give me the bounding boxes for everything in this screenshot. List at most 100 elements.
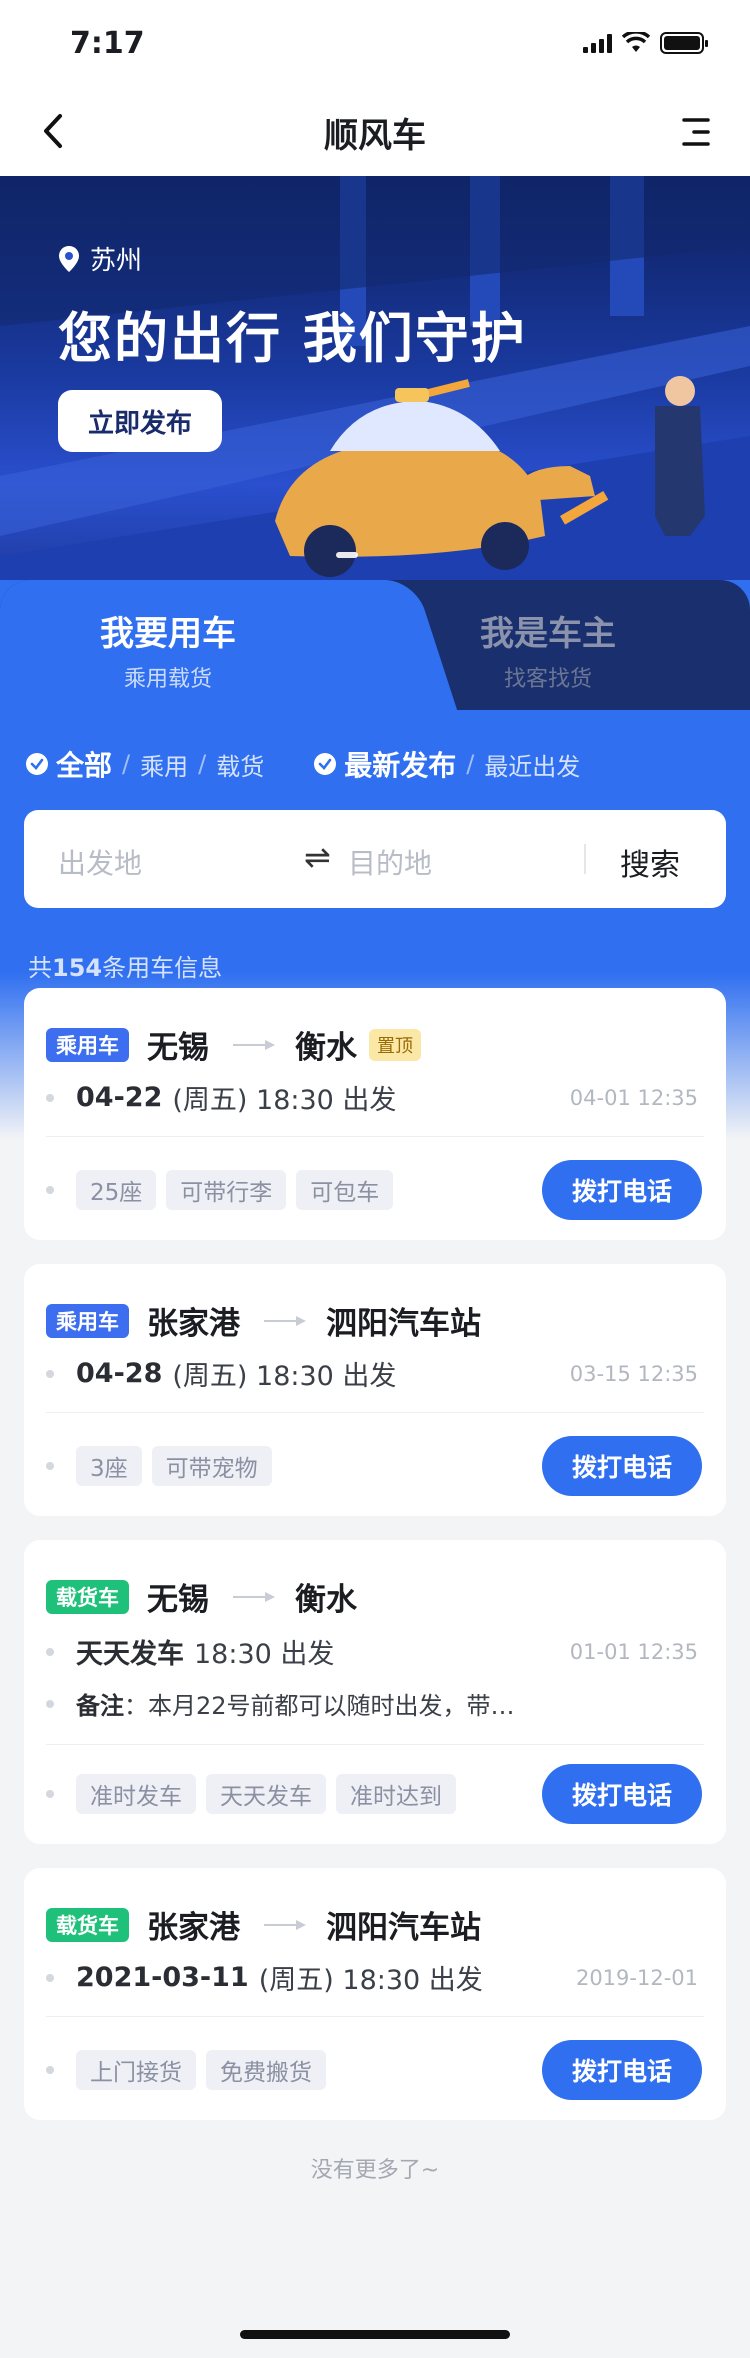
tag: 可包车 (296, 1170, 394, 1210)
card-tags: 25座 可带行李 可包车 (46, 1170, 403, 1210)
filter-type-all[interactable]: 全部 (56, 744, 112, 784)
card-header: 载货车 无锡 衡水 (46, 1574, 357, 1619)
banner-slogan: 您的出行 我们守护 (58, 307, 527, 370)
tab-need-car[interactable]: 我要用车 乘用载货 (100, 606, 236, 693)
home-indicator[interactable] (240, 2330, 510, 2339)
location[interactable]: 苏州 (58, 240, 142, 277)
call-button[interactable]: 拨打电话 (542, 2040, 702, 2100)
departure-weekday: (周五) (172, 1361, 248, 1392)
sort-departure[interactable]: 最近出发 (484, 747, 580, 782)
tab-driver[interactable]: 我是车主 找客找货 (480, 606, 616, 693)
vehicle-type-badge: 乘用车 (46, 1027, 129, 1062)
nav-bar: 顺风车 (0, 88, 750, 176)
status-bar: 7:17 (0, 0, 750, 88)
route-arrow-icon (233, 1039, 275, 1050)
filter-type-cargo[interactable]: 载货 (216, 747, 264, 782)
filter-separator: / (466, 750, 475, 778)
card-divider (46, 1136, 704, 1137)
note-label: 备注 (76, 1692, 124, 1720)
check-icon (314, 753, 337, 775)
departure-date: 04-22 (76, 1082, 163, 1113)
listing-card[interactable]: 乘用车 张家港 泗阳汽车站 04-28 (周五) 18:30 出发 03-15 … (24, 1264, 726, 1516)
filter-separator: / (122, 750, 131, 778)
listing-card[interactable]: 载货车 无锡 衡水 天天发车 18:30 出发 01-01 12:35 备注 ：本… (24, 1540, 726, 1844)
tab-need-car-title: 我要用车 (100, 614, 236, 654)
location-pin-icon (59, 245, 79, 272)
route-arrow-icon (264, 1315, 306, 1326)
route-to: 泗阳汽车站 (326, 1910, 481, 1946)
result-count: 共154条用车信息 (28, 948, 222, 983)
battery-icon (660, 32, 708, 54)
page-title: 顺风车 (324, 116, 426, 156)
no-more-text: 没有更多了~ (310, 2158, 440, 2183)
departure-date: 04-28 (76, 1358, 163, 1389)
departure-line: 04-22 (周五) 18:30 出发 (46, 1078, 396, 1117)
destination-input[interactable]: 目的地 (348, 842, 432, 882)
sort-latest[interactable]: 最新发布 (344, 744, 456, 784)
wifi-icon (622, 32, 650, 52)
menu-icon[interactable] (674, 108, 722, 156)
vehicle-type-badge: 载货车 (46, 1907, 129, 1942)
tag: 免费搬货 (206, 2050, 326, 2090)
departure-time: 18:30 出发 (342, 1965, 483, 1996)
call-button[interactable]: 拨打电话 (542, 1436, 702, 1496)
departure-date: 天天发车 (76, 1639, 184, 1670)
route-from: 无锡 (147, 1030, 209, 1066)
posted-time: 2019-12-01 (575, 1966, 698, 1990)
call-button[interactable]: 拨打电话 (542, 1764, 702, 1824)
posted-time: 04-01 12:35 (569, 1086, 698, 1110)
swap-icon[interactable]: ⇌ (304, 838, 331, 876)
origin-input[interactable]: 出发地 (58, 842, 142, 882)
tag: 25座 (76, 1170, 157, 1210)
note-line: 备注 ：本月22号前都可以随时出发，带… (46, 1686, 515, 1721)
tag: 准时达到 (336, 1774, 456, 1814)
posted-time: 01-01 12:35 (569, 1640, 698, 1664)
carousel-indicator (336, 552, 358, 558)
route-search: 出发地 ⇌ 目的地 搜索 (24, 810, 726, 908)
departure-time: 18:30 出发 (256, 1361, 397, 1392)
filter-row: 全部 / 乘用 / 载货 最新发布 / 最近出发 (26, 744, 580, 784)
filter-type-passenger[interactable]: 乘用 (140, 747, 188, 782)
publish-button[interactable]: 立即发布 (58, 390, 222, 452)
departure-line: 2021-03-11 (周五) 18:30 出发 (46, 1958, 483, 1997)
card-divider (46, 2016, 704, 2017)
route-to: 泗阳汽车站 (326, 1306, 481, 1342)
call-button[interactable]: 拨打电话 (542, 1160, 702, 1220)
search-divider (584, 844, 586, 874)
vehicle-type-badge: 乘用车 (46, 1303, 129, 1338)
result-count-number: 154 (52, 954, 103, 982)
search-button[interactable]: 搜索 (620, 840, 680, 884)
route-arrow-icon (264, 1919, 306, 1930)
tag: 可带宠物 (151, 1446, 272, 1486)
listing-card[interactable]: 乘用车 无锡 衡水 置顶 04-22 (周五) 18:30 出发 04-01 1… (24, 988, 726, 1240)
card-header: 乘用车 无锡 衡水 置顶 (46, 1022, 421, 1067)
vehicle-type-badge: 载货车 (46, 1579, 129, 1614)
signal-icon (583, 33, 612, 53)
check-icon (26, 753, 48, 775)
card-header: 载货车 张家港 泗阳汽车站 (46, 1902, 481, 1947)
card-header: 乘用车 张家港 泗阳汽车站 (46, 1298, 481, 1343)
departure-line: 04-28 (周五) 18:30 出发 (46, 1354, 396, 1393)
departure-date: 2021-03-11 (76, 1962, 249, 1993)
departure-time: 18:30 出发 (194, 1639, 335, 1670)
filter-separator: / (198, 750, 207, 778)
card-divider (46, 1744, 704, 1745)
posted-time: 03-15 12:35 (569, 1362, 698, 1386)
result-count-prefix: 共 (28, 954, 52, 982)
listing-card[interactable]: 载货车 张家港 泗阳汽车站 2021-03-11 (周五) 18:30 出发 2… (24, 1868, 726, 2120)
card-tags: 上门接货 免费搬货 (46, 2050, 336, 2090)
hero-banner[interactable]: 苏州 您的出行 我们守护 立即发布 (0, 176, 750, 616)
tag: 天天发车 (206, 1774, 326, 1814)
departure-line: 天天发车 18:30 出发 (46, 1632, 334, 1671)
tab-driver-title: 我是车主 (480, 614, 616, 654)
card-tags: 准时发车 天天发车 准时达到 (46, 1774, 466, 1814)
note-text: ：本月22号前都可以随时出发，带… (124, 1692, 515, 1720)
tag: 上门接货 (76, 2050, 196, 2090)
route-from: 张家港 (147, 1910, 240, 1946)
route-to: 衡水 (295, 1582, 357, 1618)
route-arrow-icon (233, 1591, 275, 1602)
tab-need-car-subtitle: 乘用载货 (123, 667, 212, 692)
result-count-suffix: 条用车信息 (102, 954, 223, 982)
tab-driver-subtitle: 找客找货 (503, 667, 592, 692)
card-divider (46, 1412, 704, 1413)
